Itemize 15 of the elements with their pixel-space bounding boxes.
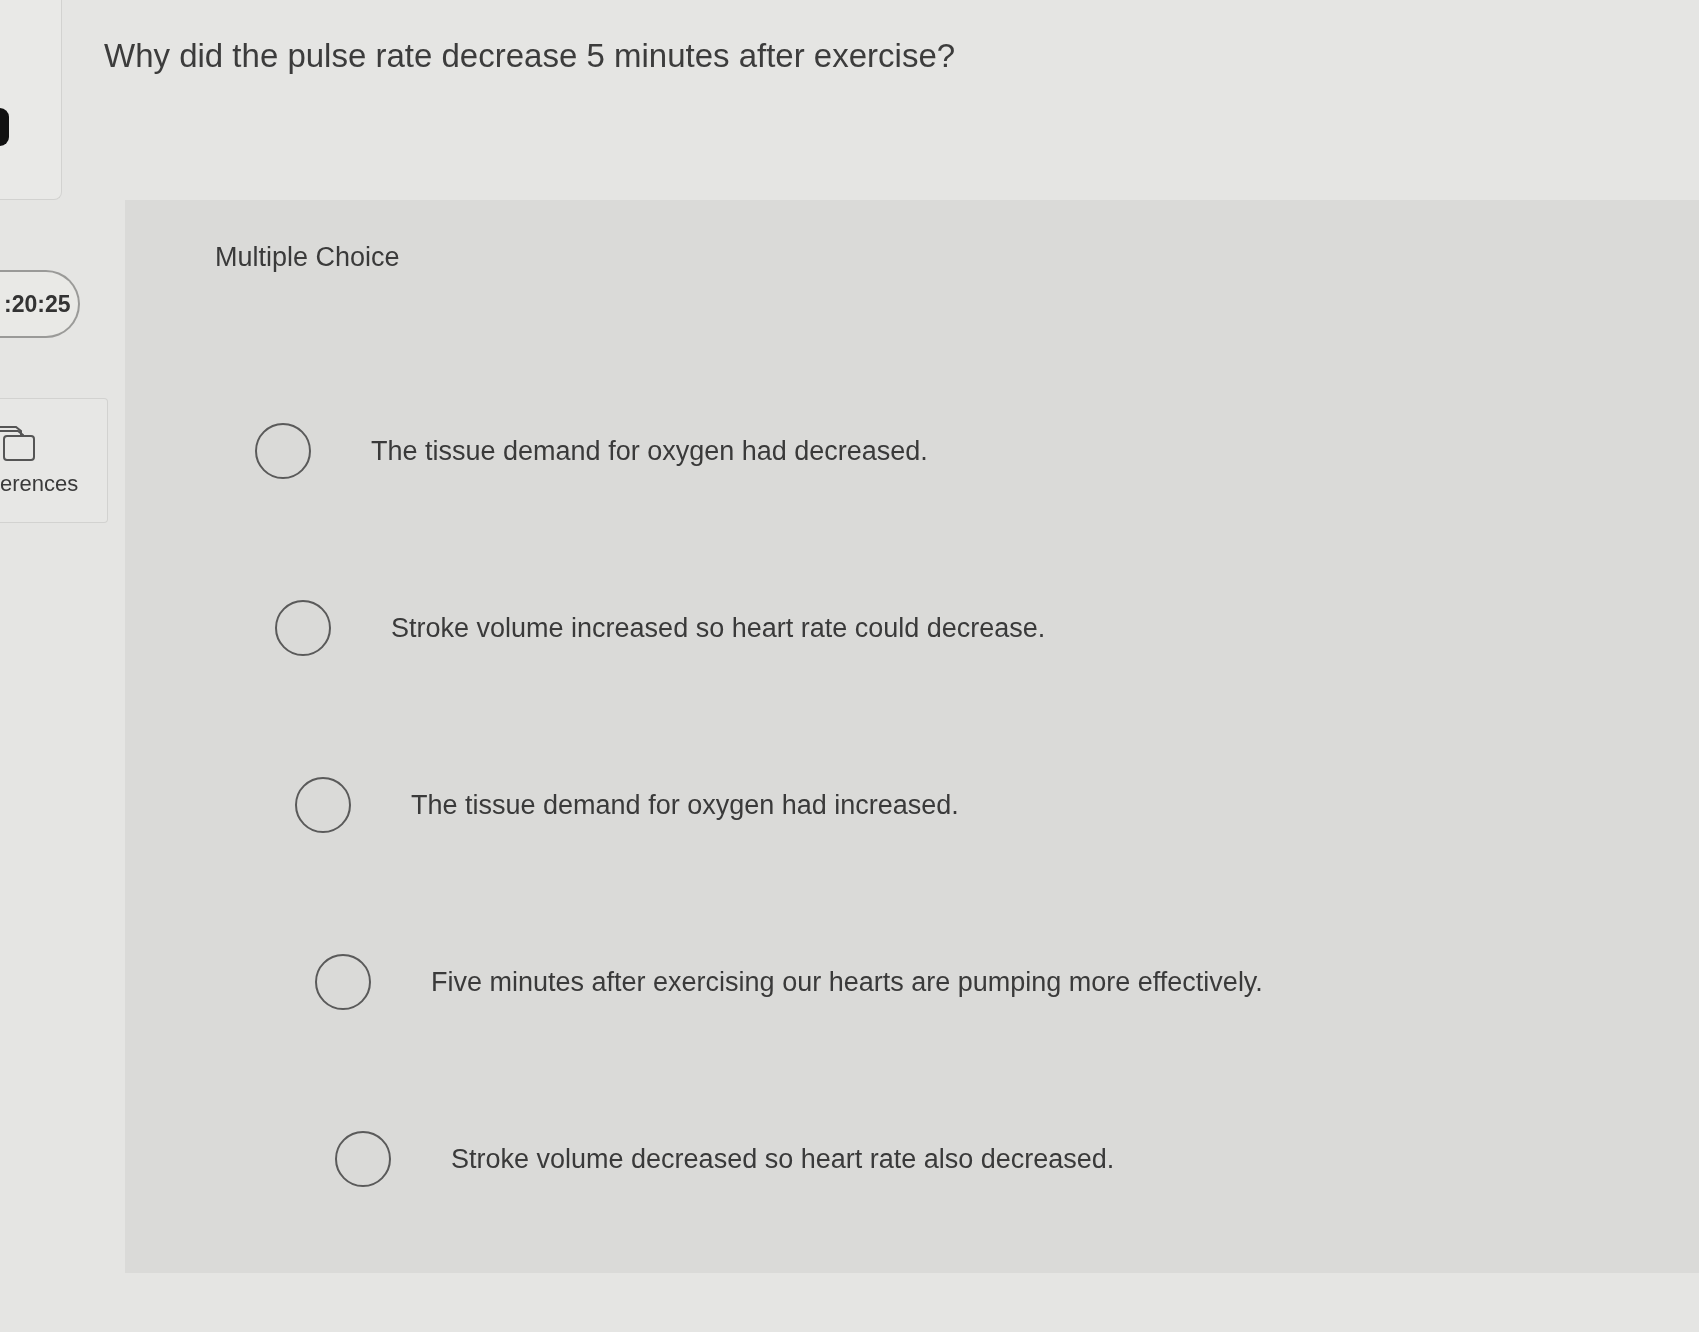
option-text: The tissue demand for oxygen had increased. xyxy=(411,789,959,821)
option-text: Stroke volume increased so heart rate could decrease. xyxy=(391,612,1046,644)
option-text: Five minutes after exercising our hearts are pumping more effectively. xyxy=(431,966,1263,998)
radio-button[interactable] xyxy=(295,777,351,833)
radio-button[interactable] xyxy=(335,1131,391,1187)
option-text: Stroke volume decreased so heart rate also decreased. xyxy=(451,1143,1115,1175)
question-type-label: Multiple Choice xyxy=(215,241,400,274)
question-text: Why did the pulse rate decrease 5 minutes after exercise? xyxy=(103,36,956,76)
option-text: The tissue demand for oxygen had decreased. xyxy=(371,435,928,467)
timer-display: :20:25 xyxy=(0,270,80,338)
references-button[interactable]: erences xyxy=(0,398,108,523)
radio-button[interactable] xyxy=(315,954,371,1010)
stacked-pages-icon xyxy=(0,423,38,461)
radio-button[interactable] xyxy=(275,600,331,656)
radio-button[interactable] xyxy=(255,423,311,479)
